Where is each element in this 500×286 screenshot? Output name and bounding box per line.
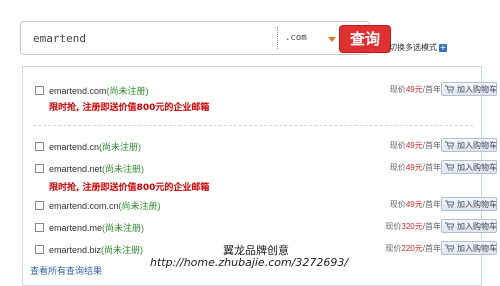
domain-name: emartend.net bbox=[49, 164, 103, 174]
add-to-cart-label: 加入购物车 bbox=[457, 200, 497, 209]
add-to-cart-button[interactable]: 加入购物车 bbox=[441, 197, 497, 211]
add-to-cart-button[interactable]: 加入购物车 bbox=[441, 82, 497, 96]
promo-text: 限时抢, 注册即送价值800元的企业邮箱 bbox=[49, 103, 210, 113]
domain-checkbox[interactable] bbox=[35, 86, 44, 95]
cart-icon bbox=[445, 244, 454, 252]
add-to-cart-label: 加入购物车 bbox=[457, 85, 497, 94]
domain-status: (尚未注册) bbox=[102, 223, 145, 233]
domain-status: (尚未注册) bbox=[118, 201, 161, 211]
domain-row: emartend.cn(尚未注册) 现价49元/首年 加入购物车 bbox=[35, 138, 497, 155]
domain-row: emartend.com(尚未注册) 现价49元/首年 加入购物车 bbox=[35, 82, 497, 99]
cart-icon bbox=[445, 163, 454, 171]
chevron-down-icon[interactable] bbox=[328, 37, 336, 42]
domain-checkbox[interactable] bbox=[35, 245, 44, 254]
promo-text: 限时抢, 注册即送价值800元的企业邮箱 bbox=[49, 183, 210, 193]
add-to-cart-button[interactable]: 加入购物车 bbox=[441, 138, 497, 152]
domain-checkbox[interactable] bbox=[35, 201, 44, 210]
cart-icon bbox=[445, 85, 454, 93]
domain-price: 现价49元/首年 bbox=[389, 163, 441, 172]
domain-status: (尚未注册) bbox=[106, 86, 149, 96]
domain-row: emartend.net(尚未注册) 现价49元/首年 加入购物车 bbox=[35, 160, 497, 177]
domain-name: emartend.me bbox=[49, 223, 103, 233]
domain-checkbox[interactable] bbox=[35, 142, 44, 151]
domain-price: 现价49元/首年 bbox=[389, 85, 441, 94]
domain-price: 现价220元/首年 bbox=[385, 244, 441, 253]
cart-icon bbox=[445, 141, 454, 149]
domain-status: (尚未注册) bbox=[102, 164, 145, 174]
switch-multi-select-link[interactable]: 切换多选模式 + bbox=[389, 42, 447, 53]
domain-status: (尚未注册) bbox=[99, 142, 142, 152]
add-to-cart-label: 加入购物车 bbox=[457, 222, 497, 231]
cart-icon bbox=[445, 222, 454, 230]
domain-checkbox[interactable] bbox=[35, 164, 44, 173]
domain-name: emartend.com.cn bbox=[49, 201, 119, 211]
query-button[interactable]: 查询 bbox=[339, 25, 391, 53]
search-box: .com 查询 bbox=[20, 21, 391, 55]
domain-row: emartend.me(尚未注册) 现价320元/首年 加入购物车 bbox=[35, 219, 497, 236]
plus-icon: + bbox=[439, 42, 447, 52]
domain-row: emartend.com.cn(尚未注册) 现价49元/首年 加入购物车 bbox=[35, 197, 497, 214]
domain-name: emartend.com bbox=[49, 86, 107, 96]
domain-status: (尚未注册) bbox=[101, 245, 144, 255]
view-all-results-link[interactable]: 查看所有查询结果 bbox=[30, 264, 102, 277]
add-to-cart-label: 加入购物车 bbox=[457, 244, 497, 253]
watermark-url: http://home.zhubajie.com/3272693/ bbox=[150, 256, 349, 269]
add-to-cart-button[interactable]: 加入购物车 bbox=[441, 219, 497, 233]
domain-name: emartend.biz bbox=[49, 245, 102, 255]
domain-price: 现价320元/首年 bbox=[385, 222, 441, 231]
add-to-cart-label: 加入购物车 bbox=[457, 141, 497, 150]
cart-icon bbox=[445, 200, 454, 208]
domain-name: emartend.cn bbox=[49, 142, 100, 152]
domain-search-input[interactable] bbox=[21, 22, 257, 54]
switch-mode-label: 切换多选模式 bbox=[389, 43, 437, 52]
domain-price: 现价49元/首年 bbox=[389, 200, 441, 209]
domain-checkbox[interactable] bbox=[35, 223, 44, 232]
add-to-cart-button[interactable]: 加入购物车 bbox=[441, 160, 497, 174]
add-to-cart-label: 加入购物车 bbox=[457, 163, 497, 172]
tld-value: .com bbox=[285, 33, 307, 43]
domain-price: 现价49元/首年 bbox=[389, 141, 441, 150]
divider bbox=[33, 125, 473, 126]
add-to-cart-button[interactable]: 加入购物车 bbox=[441, 241, 497, 255]
